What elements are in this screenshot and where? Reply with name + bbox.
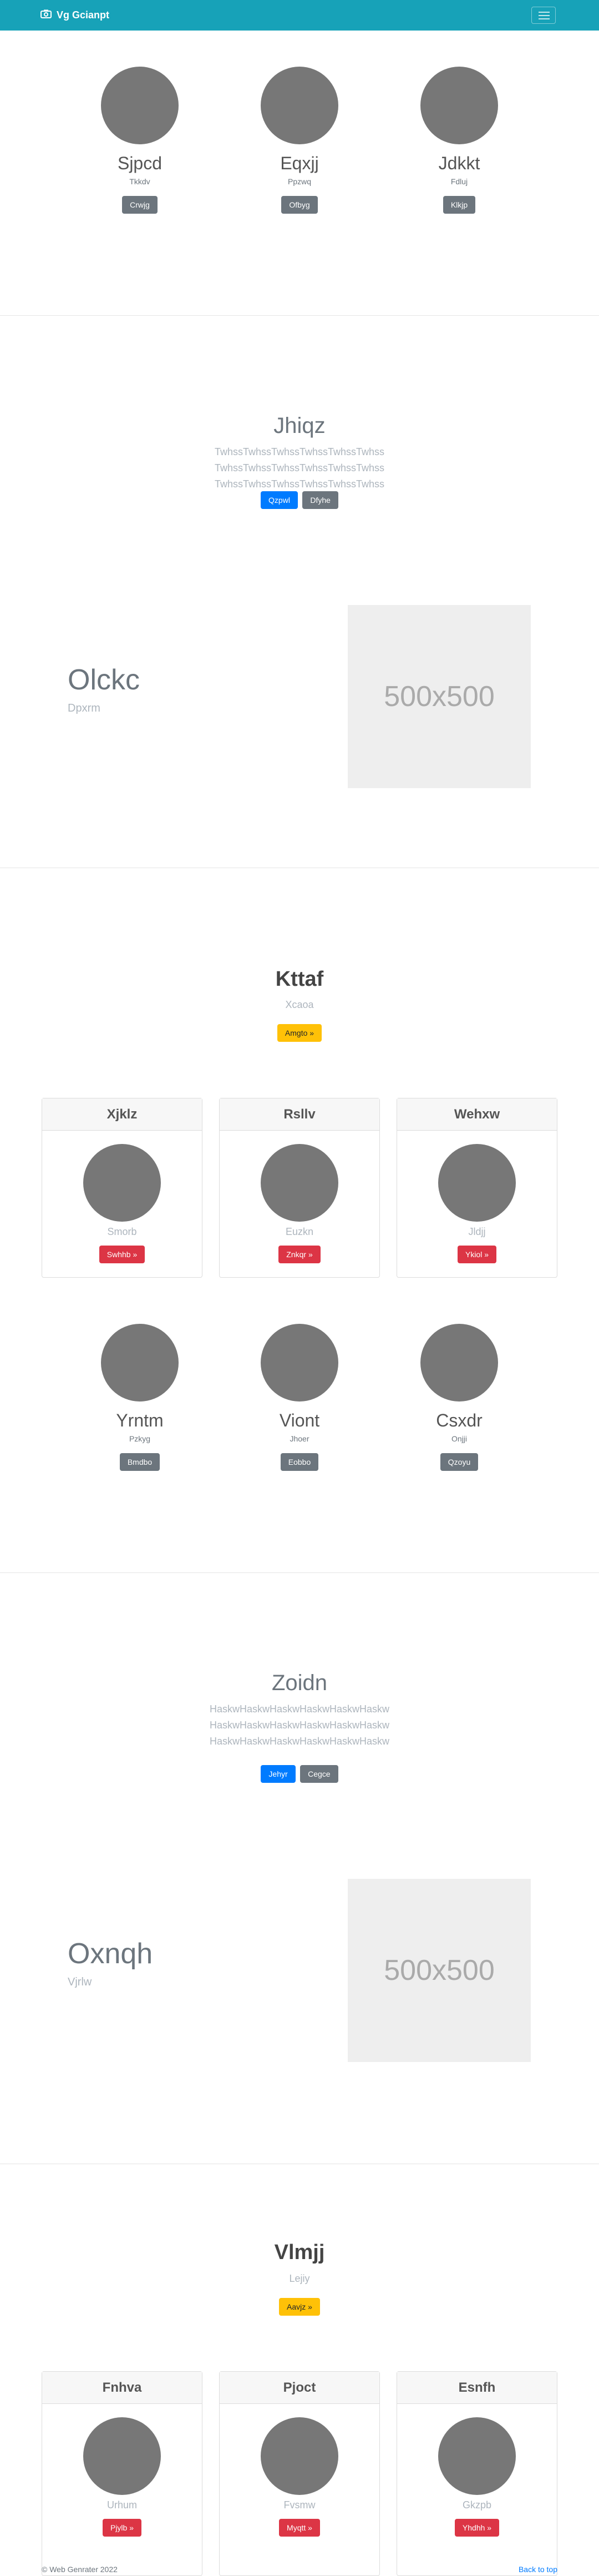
card-text: Urhum [106,2499,137,2511]
avatar [83,2417,161,2495]
feature-subheading: Vjrlw [68,1976,92,1988]
image-placeholder: 500x500 [348,1879,531,2062]
brand-label: Vg Gcianpt [57,9,110,21]
member-button[interactable]: Bmdbo [119,1453,160,1471]
member-role: Pzkyg [129,1434,151,1443]
hero-secondary-button[interactable]: Cegce [300,1765,338,1783]
member-name: Csxdr [436,1410,483,1430]
hero-primary-button[interactable]: Jehyr [261,1765,296,1783]
member-button[interactable]: Eobbo [280,1453,319,1471]
avatar [261,2417,338,2495]
menu-toggle-button[interactable] [531,7,556,24]
card-button[interactable]: Ykiol » [457,1246,497,1263]
avatar [101,67,179,144]
brand[interactable]: Vg Gcianpt [40,9,109,21]
avatar [261,1324,338,1402]
team-member: Viont Jhoer Eobbo [244,1324,355,1471]
member-name: Viont [279,1410,320,1430]
member-role: Ppzwq [287,177,312,186]
callout-actions: Amgto » [0,1024,599,1042]
card-button[interactable]: Yhdhh » [454,2519,500,2537]
card-text: Smorb [107,1226,137,1237]
card: Wehxw Jldjj Ykiol » [397,1098,557,1278]
card-button[interactable]: Myqtt » [279,2519,320,2537]
card: Rsllv Euzkn Znkqr » [219,1098,380,1278]
copyright: © Web Genrater 2022 [42,2565,118,2574]
footer: © Web Genrater 2022 Back to top [42,2565,557,2576]
member-button[interactable]: Ofbyg [281,196,318,214]
avatar [420,1324,498,1402]
card-text: Fvsmw [283,2499,316,2511]
card-button[interactable]: Znkqr » [278,1246,321,1263]
callout-actions: Aavjz » [0,2298,599,2316]
hero-title: Jhiqz [273,414,326,438]
back-to-top-link[interactable]: Back to top [519,2565,557,2574]
feature-heading: Olckc [68,664,140,696]
card-header: Esnfh [397,2372,557,2404]
card: Xjklz Smorb Swhhb » [42,1098,202,1278]
card-button[interactable]: Pjylb » [102,2519,142,2537]
team-member: Yrntm Pzkyg Bmdbo [84,1324,195,1471]
hero-text: TwhssTwhssTwhssTwhssTwhssTwhss TwhssTwhs… [214,446,385,490]
team-member: Sjpcd Tkkdv Crwjg [84,67,195,214]
hero-text: HaskwHaskwHaskwHaskwHaskwHaskw HaskwHask… [209,1703,390,1747]
callout-button[interactable]: Amgto » [277,1024,322,1042]
card-header: Xjklz [42,1098,202,1131]
callout-subtitle: Xcaoa [285,999,314,1010]
avatar [438,1144,516,1222]
hero-secondary-button[interactable]: Dfyhe [302,491,338,509]
hamburger-icon-line [539,18,550,19]
card: Pjoct Fvsmw Myqtt » [219,2371,380,2576]
team-member: Jdkkt Fdluj Klkjp [404,67,515,214]
navbar: Vg Gcianpt [0,0,599,31]
callout-button[interactable]: Aavjz » [279,2298,320,2316]
camera-icon [40,9,52,21]
card: Fnhva Urhum Pjylb » [42,2371,202,2576]
hero-actions: Qzpwl Dfyhe [0,491,599,509]
card-button[interactable]: Swhhb » [99,1246,145,1263]
card-text: Jldjj [468,1226,486,1237]
avatar [420,67,498,144]
member-button[interactable]: Qzoyu [440,1453,479,1471]
member-role: Fdluj [450,177,468,186]
hero-actions: Jehyr Cegce [0,1765,599,1783]
hamburger-icon [539,12,550,13]
callout-title: Kttaf [275,967,324,991]
avatar [438,2417,516,2495]
member-button[interactable]: Crwjg [122,196,158,214]
member-name: Jdkkt [438,153,480,173]
member-role: Jhoer [290,1434,309,1443]
member-name: Yrntm [116,1410,164,1430]
card-header: Pjoct [220,2372,379,2404]
hero-primary-button[interactable]: Qzpwl [261,491,298,509]
card-header: Rsllv [220,1098,379,1131]
card-header: Wehxw [397,1098,557,1131]
image-placeholder: 500x500 [348,605,531,788]
member-name: Sjpcd [117,153,163,173]
avatar [261,1144,338,1222]
hamburger-icon-line [539,15,550,16]
feature-heading: Oxnqh [68,1938,153,1970]
avatar [101,1324,179,1402]
callout-subtitle: Lejiy [289,2273,310,2284]
divider [0,1572,599,1573]
member-role: Onjji [451,1434,467,1443]
card-text: Euzkn [285,1226,314,1237]
team-member: Eqxjj Ppzwq Ofbyg [244,67,355,214]
member-name: Eqxjj [280,153,319,173]
divider [0,315,599,316]
team-member: Csxdr Onjji Qzoyu [404,1324,515,1471]
card: Esnfh Gkzpb Yhdhh » [397,2371,557,2576]
card-header: Fnhva [42,2372,202,2404]
avatar [261,67,338,144]
hero-title: Zoidn [271,1671,328,1695]
callout-title: Vlmjj [274,2241,325,2264]
feature-subheading: Dpxrm [68,702,100,714]
avatar [83,1144,161,1222]
member-role: Tkkdv [129,177,150,186]
card-text: Gkzpb [462,2499,492,2511]
member-button[interactable]: Klkjp [443,196,476,214]
